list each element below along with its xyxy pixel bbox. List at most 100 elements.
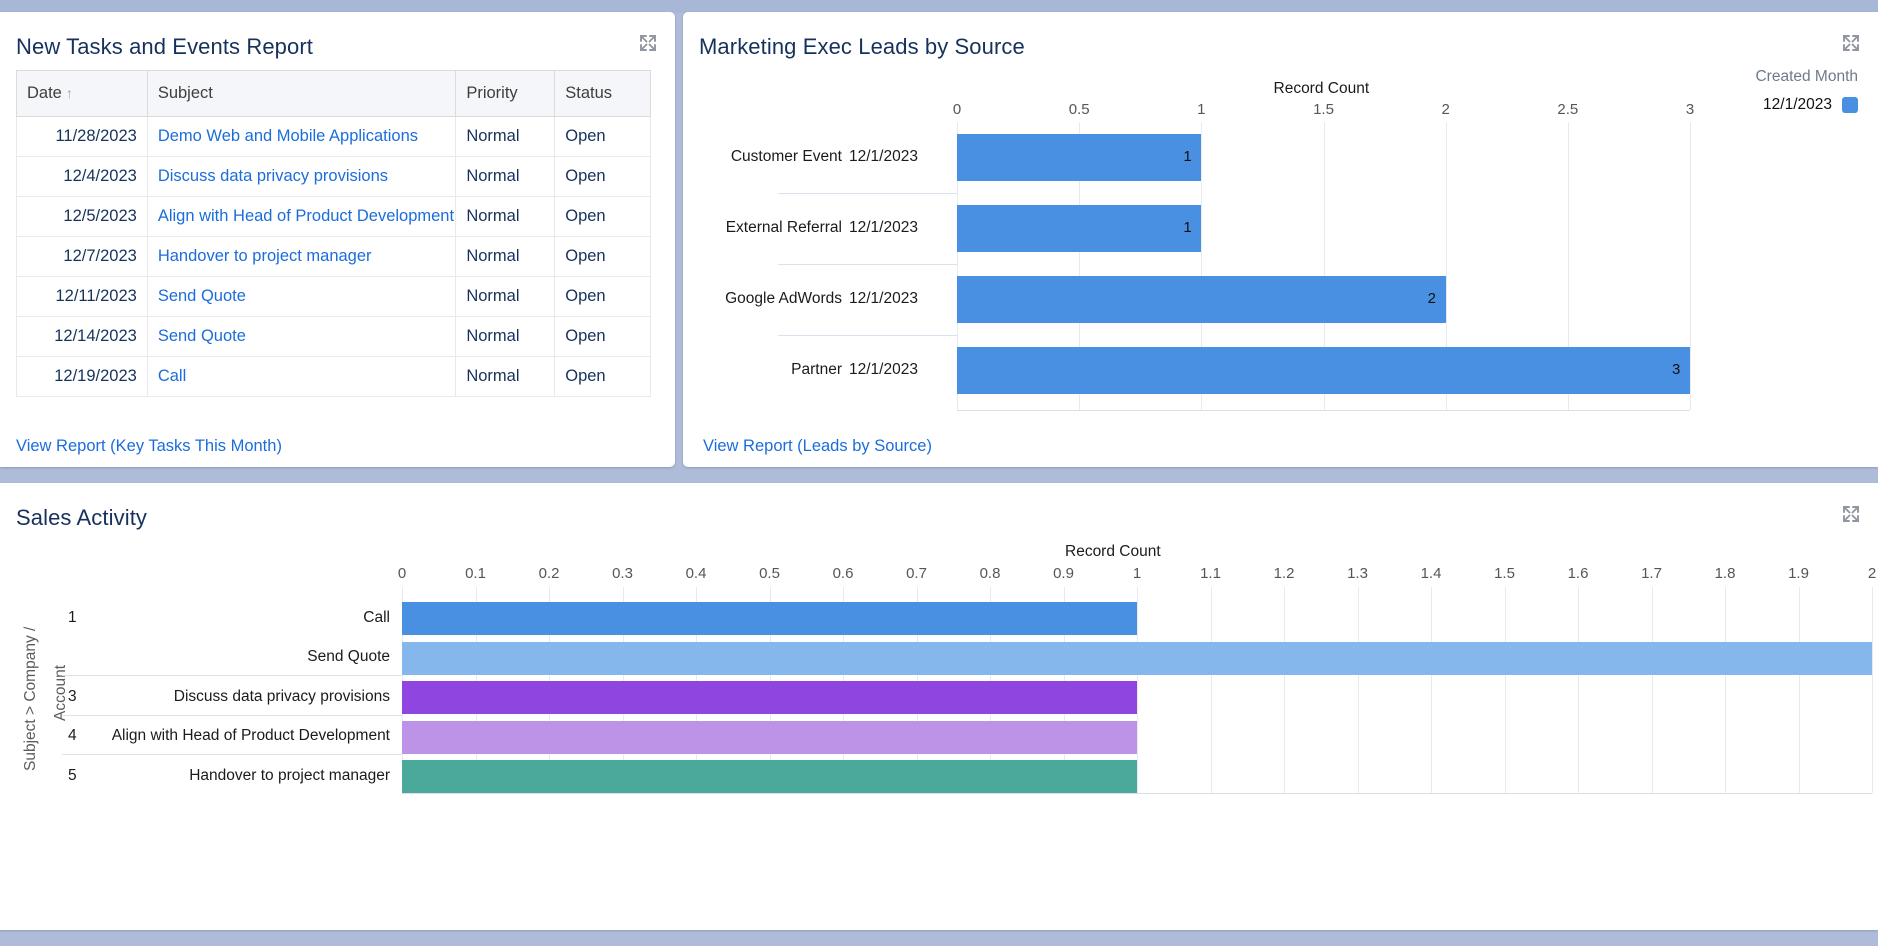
x-tick-label: 1.9: [1788, 565, 1809, 582]
cell-subject: Send Quote: [146, 316, 457, 357]
x-tick-label: 0: [397, 565, 407, 582]
x-gridline: [1137, 587, 1138, 793]
chart-leads-by-source: Record Count00.511.522.53Created MonthLe…: [683, 70, 1878, 420]
x-tick-label: 1.7: [1641, 565, 1662, 582]
bar: [957, 134, 1202, 181]
x-gridline: [1504, 587, 1506, 793]
chart-axis-title-x: Record Count: [1273, 80, 1370, 97]
page-title: Marketing Exec Leads by Source: [699, 34, 1025, 59]
x-tick-label: 0.5: [759, 565, 780, 582]
subject-link[interactable]: Call: [158, 367, 186, 385]
x-tick-label: 0.4: [685, 565, 707, 582]
row-label: Send Quote: [307, 648, 390, 666]
bar: [402, 760, 1137, 794]
bar: [957, 347, 1690, 394]
x-tick-label: 1.6: [1567, 565, 1589, 582]
group-index-label: 3: [68, 687, 77, 705]
subject-link[interactable]: Discuss data privacy provisions: [158, 167, 388, 185]
cell-priority: Normal: [455, 316, 556, 357]
cell-date: 12/4/2023: [16, 156, 148, 197]
category-sublabel: 12/1/2023: [849, 147, 918, 165]
panel-header: Marketing Exec Leads by Source: [683, 12, 1878, 70]
x-gridline: [1578, 587, 1579, 793]
group-index-label: 1: [68, 608, 77, 626]
cell-subject: Send Quote: [146, 276, 457, 317]
subject-link[interactable]: Align with Head of Product Development: [158, 207, 454, 225]
row-label: Discuss data privacy provisions: [173, 687, 390, 705]
x-axis-baseline: [957, 410, 1690, 411]
x-tick-label: 1: [1132, 565, 1142, 582]
x-tick-label: 1: [1197, 101, 1206, 118]
x-tick-label: 2.5: [1557, 101, 1579, 118]
expand-icon[interactable]: [1840, 503, 1864, 527]
column-header-date[interactable]: Date ↑: [16, 70, 148, 117]
row-label: Align with Head of Product Development: [111, 727, 390, 745]
cell-subject: Handover to project manager: [146, 236, 457, 277]
view-report-key-tasks-link[interactable]: View Report (Key Tasks This Month): [16, 437, 282, 456]
bar: [402, 681, 1137, 715]
category-sublabel: 12/1/2023: [849, 218, 918, 236]
panel-new-tasks-and-events: New Tasks and Events Report Date ↑ Subjec…: [0, 12, 675, 467]
bar-value-label: 1: [1183, 218, 1192, 236]
group-separator: [62, 754, 402, 755]
subject-link[interactable]: Handover to project manager: [158, 247, 372, 265]
subject-link[interactable]: Send Quote: [158, 287, 246, 305]
x-tick-label: 0.1: [465, 565, 486, 582]
group-separator: [62, 675, 402, 676]
x-gridline: [1651, 587, 1653, 793]
x-tick-label: 3: [1685, 101, 1695, 118]
table-row: 12/19/2023 Call Normal Open: [16, 356, 651, 397]
table-row: 12/5/2023 Align with Head of Product Deve…: [16, 196, 651, 237]
column-header-status[interactable]: Status: [554, 70, 651, 117]
bar: [402, 641, 1872, 675]
cell-date: 12/7/2023: [16, 236, 148, 277]
subject-link[interactable]: Demo Web and Mobile Applications: [158, 127, 418, 145]
expand-icon[interactable]: [637, 32, 661, 56]
x-gridline: [1725, 587, 1726, 793]
bar: [402, 720, 1137, 754]
x-tick-label: 1.2: [1273, 565, 1295, 582]
cell-priority: Normal: [455, 116, 556, 157]
expand-icon[interactable]: [1840, 32, 1864, 56]
cell-date: 11/28/2023: [16, 116, 148, 157]
cell-subject: Discuss data privacy provisions: [146, 156, 457, 197]
tasks-table-wrap: Date ↑ Subject Priority Status 11/28/2023…: [0, 70, 675, 397]
bar-value-label: 2: [1427, 289, 1436, 307]
category-separator: [778, 335, 957, 336]
cell-priority: Normal: [455, 356, 556, 397]
x-tick-label: 0.3: [612, 565, 633, 582]
x-tick-label: 1.8: [1714, 565, 1736, 582]
column-header-priority[interactable]: Priority: [455, 70, 556, 117]
dashboard-page: New Tasks and Events Report Date ↑ Subjec…: [0, 0, 1878, 946]
subject-link[interactable]: Send Quote: [158, 327, 246, 345]
table-row: 11/28/2023 Demo Web and Mobile Applicatio…: [16, 116, 651, 157]
panel-sales-activity: Sales Activity Record Count 0 0.1 0.2 0.3 0.4…: [0, 483, 1878, 930]
cell-subject: Align with Head of Product Development: [146, 196, 457, 237]
x-tick-label: 0.6: [832, 565, 854, 582]
cell-date: 12/19/2023: [16, 356, 148, 397]
x-tick-label: 0.8: [979, 565, 1001, 582]
cell-subject: Call: [146, 356, 457, 397]
view-report-leads-by-source-link[interactable]: View Report (Leads by Source): [703, 437, 932, 456]
table-header-row: Date ↑ Subject Priority Status: [16, 70, 651, 117]
x-tick-label: 0.9: [1053, 565, 1074, 582]
x-tick-label: 0.2: [538, 565, 560, 582]
cell-status: Open: [554, 236, 651, 277]
x-tick-label: 0.5: [1068, 101, 1090, 118]
category-sublabel: 12/1/2023: [849, 289, 918, 307]
x-gridline: [1872, 587, 1873, 793]
table-row: 12/14/2023 Send Quote Normal Open: [16, 316, 651, 357]
category-label: Partner: [791, 360, 842, 378]
cell-subject: Demo Web and Mobile Applications: [146, 116, 457, 157]
category-separator: [778, 264, 957, 265]
cell-status: Open: [554, 356, 651, 397]
bar: [957, 205, 1202, 252]
group-separator: [62, 714, 402, 716]
cell-date: 12/11/2023: [16, 276, 148, 317]
x-tick-label: 1.5: [1494, 565, 1515, 582]
bar: [957, 276, 1446, 323]
category-sublabel: 12/1/2023: [849, 360, 918, 378]
page-title: Sales Activity: [16, 505, 148, 530]
x-tick-label: 1.1: [1200, 565, 1221, 582]
column-header-subject[interactable]: Subject: [146, 70, 457, 117]
